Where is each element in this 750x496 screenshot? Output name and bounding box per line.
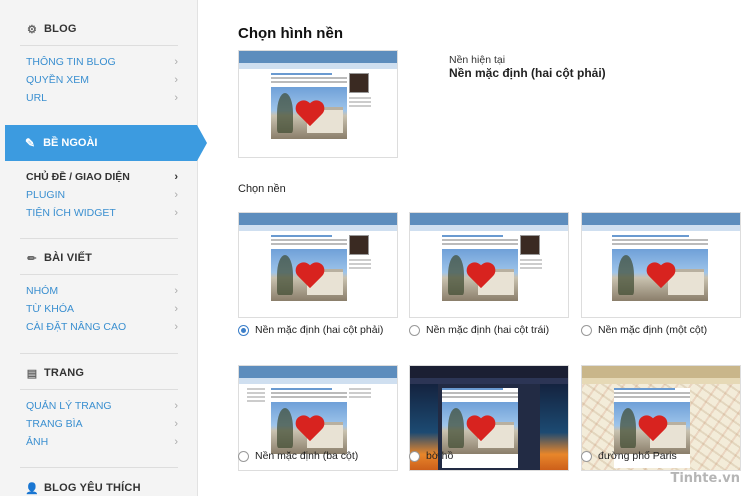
- page-icon: ▤: [26, 367, 38, 380]
- sidebar: ⚙ BLOG THÔNG TIN BLOG › QUYỀN XEM › URL › ✎…: [0, 0, 207, 496]
- theme-option-three-col[interactable]: Nền mặc định (ba cột): [238, 450, 358, 462]
- current-theme-value: Nền mặc định (hai cột phải): [449, 66, 606, 80]
- chevron-right-icon: ›: [174, 285, 178, 297]
- brush-icon: ✎: [25, 136, 36, 150]
- divider: [20, 353, 178, 354]
- divider: [20, 467, 178, 468]
- sidebar-item-url[interactable]: URL ›: [26, 92, 178, 104]
- divider: [20, 45, 178, 46]
- pencil-icon: ✏: [27, 252, 37, 265]
- theme-option-two-col-right[interactable]: Nền mặc định (hai cột phải): [238, 324, 383, 336]
- divider: [20, 389, 178, 390]
- sidebar-item-groups[interactable]: NHÓM ›: [26, 285, 178, 297]
- sidebar-item-tags[interactable]: TỪ KHÓA ›: [26, 303, 178, 315]
- radio-button[interactable]: [238, 450, 249, 462]
- theme-option-one-col[interactable]: Nền mặc định (một cột): [581, 324, 707, 336]
- sidebar-item-manage-pages[interactable]: QUẢN LÝ TRANG ›: [26, 400, 178, 412]
- radio-button[interactable]: [409, 324, 420, 336]
- theme-thumb-two-col-right[interactable]: [238, 212, 398, 318]
- current-theme-preview: [238, 50, 398, 158]
- radio-button[interactable]: [409, 450, 420, 462]
- user-icon: 👤: [25, 482, 39, 495]
- main-content: Chọn hình nền Nền hiện tại Nền mặc định …: [199, 0, 750, 496]
- chevron-right-icon: ›: [174, 171, 178, 183]
- page-title: Chọn hình nền: [238, 25, 343, 42]
- chevron-right-icon: ›: [174, 189, 178, 201]
- watermark: Tinhte.vn: [670, 471, 740, 486]
- sidebar-item-view-permission[interactable]: QUYỀN XEM ›: [26, 74, 178, 86]
- theme-option-paris[interactable]: đường phố Paris: [581, 450, 677, 462]
- chevron-right-icon: ›: [174, 321, 178, 333]
- sidebar-item-widgets[interactable]: TIỆN ÍCH WIDGET ›: [26, 207, 178, 219]
- chevron-right-icon: ›: [174, 207, 178, 219]
- chevron-right-icon: ›: [174, 56, 178, 68]
- sidebar-item-advanced[interactable]: CÀI ĐẶT NÂNG CAO ›: [26, 321, 178, 333]
- theme-thumb-one-col[interactable]: [581, 212, 741, 318]
- sidebar-item-blog-info[interactable]: THÔNG TIN BLOG ›: [26, 56, 178, 68]
- chevron-right-icon: ›: [174, 92, 178, 104]
- chevron-right-icon: ›: [174, 74, 178, 86]
- posts-section-heading: ✏ BÀI VIẾT: [27, 252, 93, 265]
- pages-section-heading: ▤ TRANG: [26, 367, 85, 380]
- theme-option-lake[interactable]: bờ hồ: [409, 450, 453, 462]
- divider: [20, 274, 178, 275]
- theme-thumb-two-col-left[interactable]: [409, 212, 569, 318]
- radio-button[interactable]: [581, 324, 592, 336]
- theme-option-two-col-left[interactable]: Nền mặc định (hai cột trái): [409, 324, 549, 336]
- chevron-right-icon: ›: [174, 303, 178, 315]
- gear-icon: ⚙: [26, 23, 38, 36]
- sidebar-item-appearance[interactable]: ✎ BỀ NGOÀI: [5, 125, 207, 161]
- sidebar-item-plugin[interactable]: PLUGIN ›: [26, 189, 178, 201]
- favorites-section-heading: 👤 BLOG YÊU THÍCH: [25, 482, 141, 495]
- chevron-right-icon: ›: [174, 418, 178, 430]
- choose-theme-label: Chọn nền: [238, 183, 286, 195]
- radio-button[interactable]: [581, 450, 592, 462]
- sidebar-item-cover-page[interactable]: TRANG BÌA ›: [26, 418, 178, 430]
- blog-section-heading: ⚙ BLOG: [26, 23, 77, 36]
- divider: [20, 238, 178, 239]
- chevron-right-icon: ›: [174, 400, 178, 412]
- chevron-right-icon: ›: [174, 436, 178, 448]
- radio-button[interactable]: [238, 324, 249, 336]
- sidebar-item-photos[interactable]: ẢNH ›: [26, 436, 178, 448]
- sidebar-item-themes[interactable]: CHỦ ĐỀ / GIAO DIỆN ›: [26, 171, 178, 183]
- current-theme-label: Nền hiện tại: [449, 54, 506, 66]
